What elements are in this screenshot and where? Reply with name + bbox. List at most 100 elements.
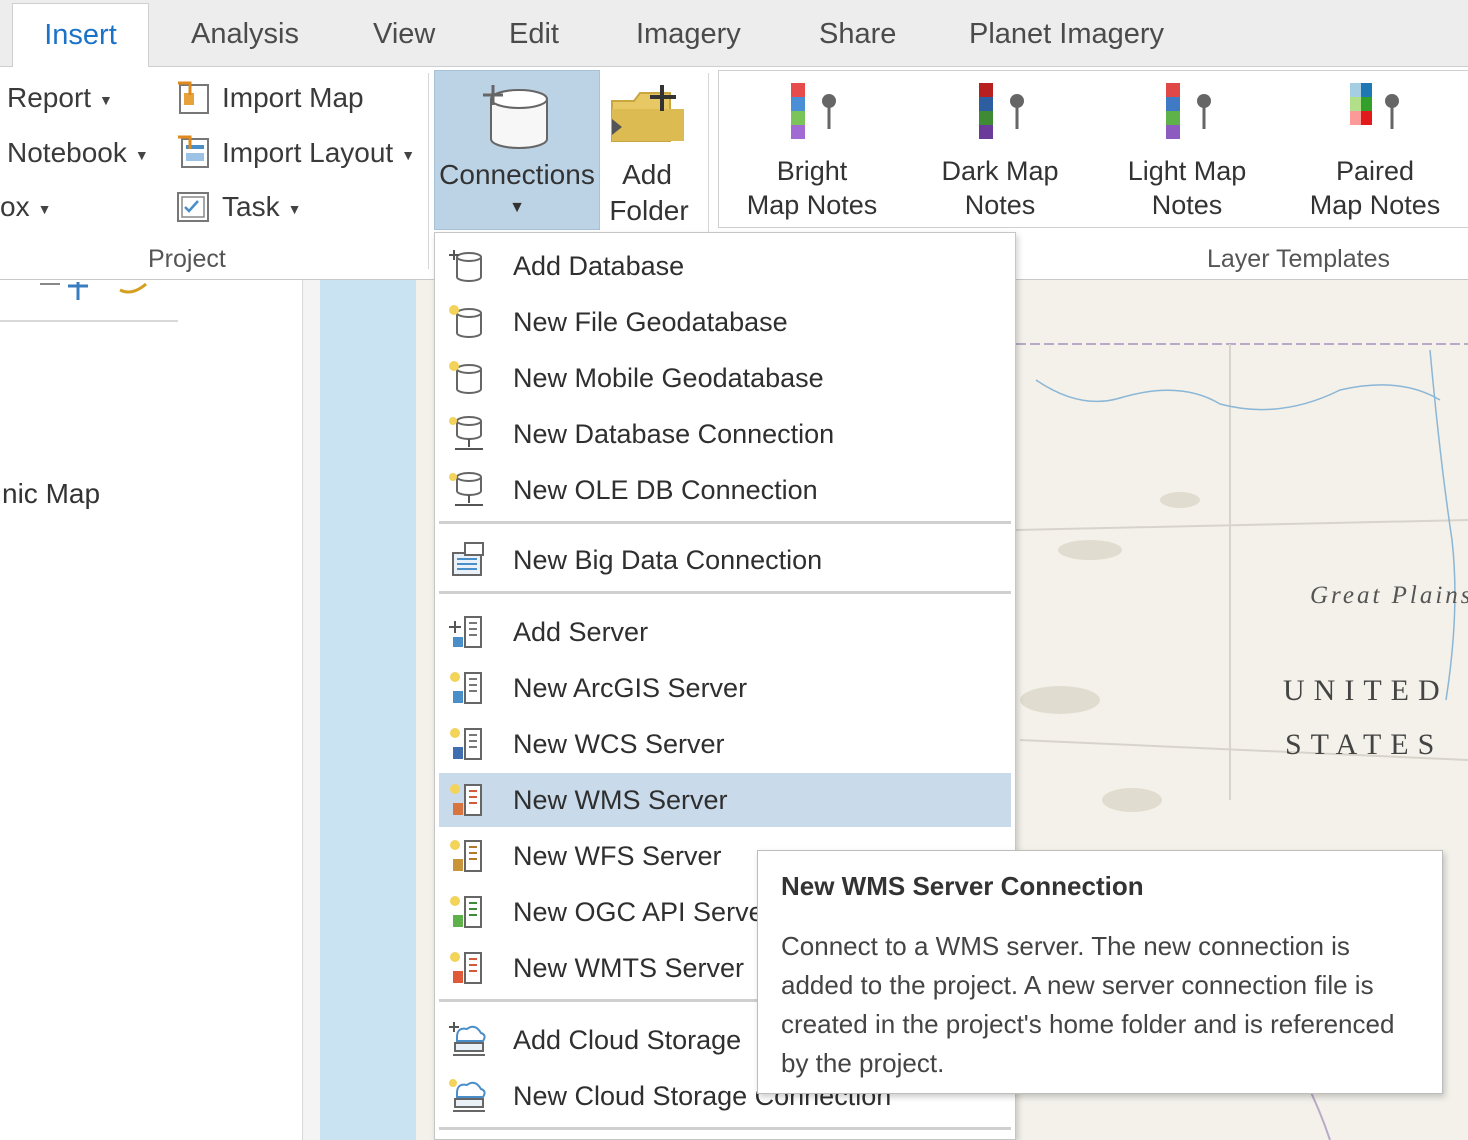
dark-map-notes-label-2: Notes [964, 190, 1036, 220]
bright-map-notes-button[interactable]: Bright Map Notes [727, 81, 897, 220]
bright-map-notes-label-2: Map Notes [746, 190, 878, 220]
cloud-storage-connection-icon [449, 1079, 486, 1112]
menu-separator [439, 521, 1011, 524]
notebook-button[interactable]: Notebook ▼ [7, 137, 149, 169]
import-layout-button[interactable]: Import Layout ▼ [222, 137, 415, 169]
import-layout-label: Import Layout [222, 137, 394, 168]
database-connection-icon [449, 416, 483, 450]
light-map-notes-label-1: Light Map [1127, 156, 1247, 186]
country-label-line2: STATES [1285, 728, 1444, 761]
tab-planet-imagery[interactable]: Planet Imagery [969, 18, 1164, 51]
pane-divider [0, 320, 178, 322]
map-item-label[interactable]: nic Map [2, 478, 100, 510]
region-label-great-plains: Great Plains [1310, 582, 1468, 609]
tab-insert[interactable]: Insert [12, 3, 149, 67]
dark-map-notes-label-1: Dark Map [941, 156, 1059, 186]
group-separator [428, 73, 429, 269]
menu-item-new-arcgis-server[interactable]: New ArcGIS Server [439, 661, 1011, 715]
notebook-dropdown-caret: ▼ [134, 146, 149, 163]
menu-item-new-big-data-connection[interactable]: New Big Data Connection [439, 533, 1011, 587]
light-map-notes-button[interactable]: Light Map Notes [1102, 81, 1272, 220]
wms-server-icon [450, 784, 482, 816]
add-folder-icon [611, 85, 684, 142]
wcs-server-icon [450, 728, 482, 760]
report-button[interactable]: Report ▼ [7, 82, 113, 114]
database-add-icon [449, 250, 482, 282]
pane-toolbar-icons [40, 282, 147, 300]
add-folder-label-line2: Folder [609, 195, 689, 226]
tooltip: New WMS Server Connection Connect to a W… [757, 850, 1443, 1094]
wfs-server-icon [450, 840, 482, 872]
menu-item-new-ole-db-connection[interactable]: New OLE DB Connection [439, 463, 1011, 517]
tab-view[interactable]: View [373, 18, 435, 51]
tooltip-title: New WMS Server Connection [781, 871, 1144, 901]
light-map-notes-label-2: Notes [1151, 190, 1223, 220]
menu-item-label: Add Database [513, 251, 685, 281]
tab-edit[interactable]: Edit [509, 18, 559, 51]
import-map-icon [178, 81, 209, 114]
add-server-icon [449, 616, 482, 648]
notebook-label: Notebook [7, 137, 127, 168]
task-label: Task [222, 191, 280, 222]
file-geodatabase-icon [449, 305, 482, 338]
menu-separator [439, 591, 1011, 594]
toolbox-button[interactable]: ox ▼ [0, 191, 51, 223]
import-layout-icon [178, 135, 209, 168]
toolbox-dropdown-caret: ▼ [37, 200, 52, 217]
oledb-connection-icon [449, 472, 483, 506]
menu-item-add-database[interactable]: Add Database [439, 239, 1011, 293]
connections-label: Connections [439, 159, 595, 190]
mobile-geodatabase-icon [449, 361, 482, 394]
import-layout-dropdown-caret: ▼ [401, 146, 416, 163]
task-button[interactable]: Task ▼ [222, 191, 301, 223]
add-cloud-storage-icon [449, 1022, 486, 1056]
import-map-button[interactable]: Import Map [222, 82, 364, 114]
tab-share[interactable]: Share [819, 18, 896, 51]
task-dropdown-caret: ▼ [287, 200, 302, 217]
dark-map-notes-icon [979, 83, 1024, 139]
menu-item-label: New ArcGIS Server [513, 673, 748, 703]
dark-map-notes-button[interactable]: Dark Map Notes [915, 81, 1085, 220]
menu-item-new-wms-server[interactable]: New WMS Server [439, 773, 1011, 827]
toolbox-label: ox [0, 191, 30, 222]
add-folder-label-line1: Add [622, 159, 672, 190]
menu-item-label: New Big Data Connection [513, 545, 823, 575]
menu-item-label: Add Cloud Storage [513, 1025, 742, 1055]
menu-item-label: New WMS Server [513, 785, 728, 815]
big-data-connection-icon [452, 542, 484, 576]
menu-item-add-server[interactable]: Add Server [439, 605, 1011, 659]
menu-item-label: New WMTS Server [513, 953, 745, 983]
report-dropdown-caret: ▼ [99, 91, 113, 108]
paired-map-notes-label-2: Map Notes [1309, 190, 1441, 220]
menu-item-label: New WFS Server [513, 841, 722, 871]
menu-separator [439, 1127, 1011, 1130]
menu-item-label: New OLE DB Connection [513, 475, 818, 505]
tab-imagery[interactable]: Imagery [636, 18, 741, 51]
bright-map-notes-icon [791, 83, 836, 139]
task-icon [177, 192, 209, 222]
connections-button[interactable]: Connections ▼ [434, 70, 600, 230]
project-group-label: Project [148, 245, 226, 273]
menu-item-new-wcs-server[interactable]: New WCS Server [439, 717, 1011, 771]
menu-item-new-mobile-geodatabase[interactable]: New Mobile Geodatabase [439, 351, 1011, 405]
paired-map-notes-label-1: Paired [1335, 156, 1415, 186]
country-label-line1: UNITED [1283, 674, 1449, 707]
menu-item-label: New OGC API Server [513, 897, 773, 927]
bright-map-notes-label-1: Bright [776, 156, 848, 186]
group-separator [708, 73, 709, 233]
paired-map-notes-button[interactable]: Paired Map Notes [1290, 81, 1460, 220]
pane-splitter[interactable] [303, 280, 320, 1140]
menu-item-new-database-connection[interactable]: New Database Connection [439, 407, 1011, 461]
menu-item-label: New WCS Server [513, 729, 725, 759]
database-connection-icon [483, 85, 548, 149]
report-label: Report [7, 82, 92, 113]
wmts-server-icon [450, 952, 482, 984]
paired-map-notes-icon [1350, 83, 1399, 129]
ribbon-tab-bar: Insert Analysis View Edit Imagery Share … [0, 0, 1468, 67]
connections-dropdown-caret: ▼ [509, 199, 525, 216]
menu-item-new-file-geodatabase[interactable]: New File Geodatabase [439, 295, 1011, 349]
light-map-notes-icon [1166, 83, 1211, 139]
menu-item-label: Add Server [513, 617, 649, 647]
ogc-api-server-icon [450, 896, 482, 928]
tab-analysis[interactable]: Analysis [191, 18, 299, 51]
